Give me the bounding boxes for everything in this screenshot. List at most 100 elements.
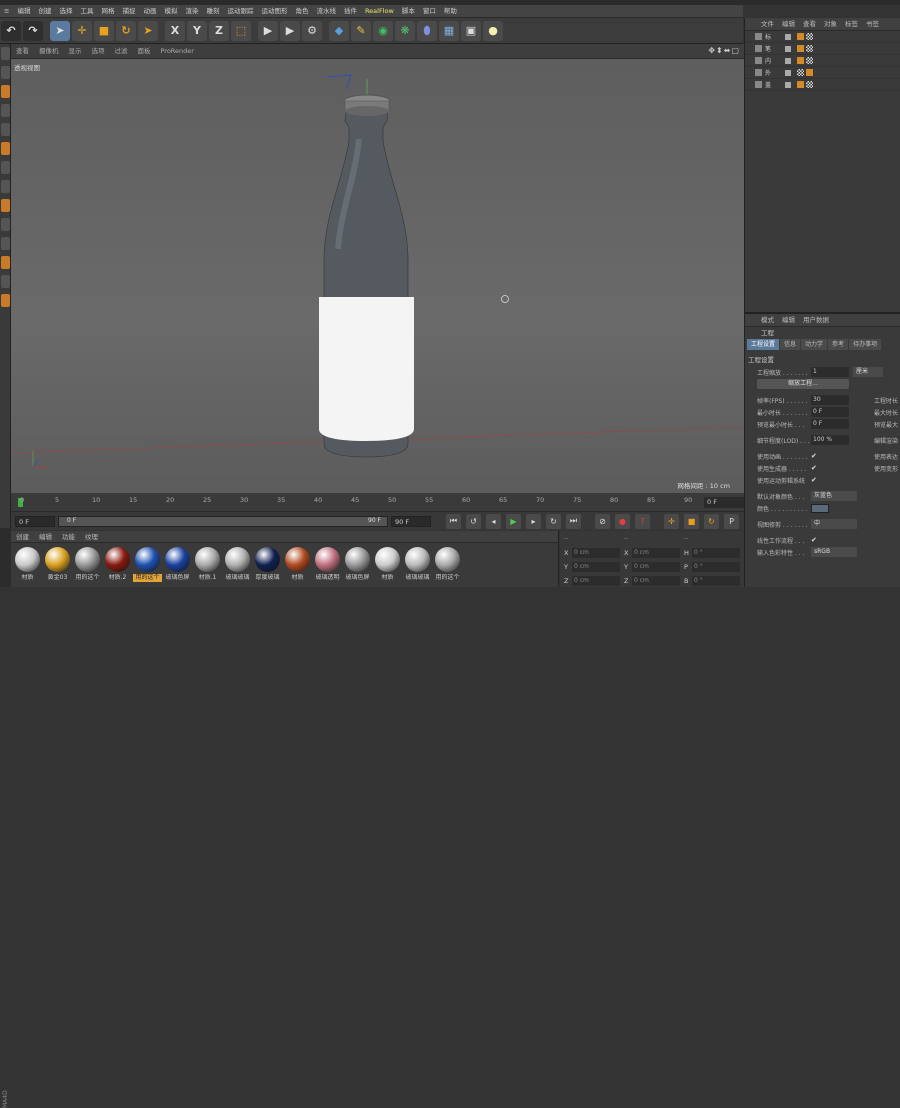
floor-icon[interactable]: ▦ (439, 20, 459, 41)
viewport-menu-item[interactable]: 过滤 (110, 44, 133, 59)
menu-item[interactable]: 网格 (97, 5, 118, 18)
min-time-field[interactable]: 0 F (811, 407, 849, 417)
snap-icon[interactable] (0, 180, 10, 193)
material-swatch[interactable]: 黄金03 (43, 547, 72, 582)
material-swatch[interactable]: 用的这个 (133, 547, 162, 582)
scale-project-button[interactable]: 缩放工程... (757, 379, 849, 389)
input-color-profile-dropdown[interactable]: sRGB (811, 547, 857, 557)
rotate-icon[interactable]: ↻ (116, 20, 136, 41)
render-view-icon[interactable]: ▶ (258, 20, 278, 41)
material-tag-icon[interactable] (806, 45, 813, 52)
menu-item[interactable]: 插件 (340, 5, 361, 18)
object-menu-item[interactable]: 编辑 (778, 18, 799, 30)
workplane-icon[interactable] (0, 199, 10, 212)
coord-field[interactable]: 0 cm (632, 547, 680, 558)
key-param-icon[interactable]: P (724, 513, 739, 529)
viewport-menu-item[interactable]: ProRender (156, 44, 199, 59)
tag-icon[interactable] (806, 69, 813, 76)
tag-icon[interactable] (797, 33, 804, 40)
menu-item[interactable]: 雕刻 (202, 5, 223, 18)
coord-field[interactable]: 0 cm (632, 575, 680, 586)
viewport-menu-item[interactable]: 摄像机 (34, 44, 64, 59)
material-swatch[interactable]: 玻璃透明 (313, 547, 342, 582)
default-color-dropdown[interactable]: 灰蓝色 (811, 491, 857, 501)
material-swatch[interactable]: 玻璃玻璃 (403, 547, 432, 582)
light-icon[interactable]: ● (483, 20, 503, 41)
coord-field[interactable]: 0 cm (572, 547, 620, 558)
go-to-end-icon[interactable]: ⏭ (566, 513, 581, 529)
fps-field[interactable]: 30 (811, 395, 849, 405)
autokey-icon[interactable]: ? (635, 513, 650, 529)
cloner-icon[interactable]: ❋ (395, 20, 415, 41)
material-tag-icon[interactable] (806, 33, 813, 40)
attribute-menu-item[interactable]: 编辑 (778, 314, 799, 326)
attribute-menu-item[interactable]: 用户数据 (799, 314, 833, 326)
tag-icon[interactable] (797, 81, 804, 88)
edit-render-settings-icon[interactable]: ⚙ (302, 20, 322, 41)
x-axis-button[interactable]: X (165, 20, 185, 41)
tag-icon[interactable] (797, 45, 804, 52)
current-frame-field[interactable]: 0 F (704, 497, 744, 508)
menu-item[interactable]: ≡ (0, 5, 13, 18)
start-frame-field[interactable]: 0 F (15, 515, 55, 527)
tweak-icon[interactable] (0, 161, 10, 174)
coord-field[interactable]: 0 cm (572, 575, 620, 586)
object-row[interactable]: 标 (745, 31, 900, 43)
previous-frame-icon[interactable]: ◂ (486, 513, 501, 529)
use-generators-checkbox[interactable]: ✔ (811, 464, 819, 472)
object-row[interactable]: 盖 (745, 79, 900, 91)
polygons-mode-icon[interactable] (0, 123, 10, 136)
menu-item[interactable]: 选择 (55, 5, 76, 18)
go-to-start-icon[interactable]: ⏮ (446, 513, 461, 529)
object-menu-item[interactable]: 对象 (820, 18, 841, 30)
coord-field[interactable]: 0 cm (572, 561, 620, 572)
use-motion-system-checkbox[interactable]: ✔ (811, 476, 819, 484)
coord-system-icon[interactable]: ⬚ (231, 20, 251, 41)
menu-item[interactable]: 渲染 (181, 5, 202, 18)
viewport-menu-item[interactable]: 选项 (87, 44, 110, 59)
end-frame-field[interactable]: 90 F (391, 515, 431, 527)
axis-mode-icon[interactable] (0, 142, 10, 155)
object-row[interactable]: 外 (745, 67, 900, 79)
keyframe-selection-icon[interactable]: ⊘ (595, 513, 610, 529)
solo-icon[interactable] (0, 256, 10, 269)
key-rotate-icon[interactable]: ↻ (704, 513, 719, 529)
visibility-icon[interactable] (785, 45, 791, 52)
view-clipping-dropdown[interactable]: 中 (811, 519, 857, 529)
visibility-icon[interactable] (785, 69, 791, 76)
menu-item-realflow[interactable]: RealFlow (361, 5, 398, 18)
subdivision-icon[interactable]: ◉ (373, 20, 393, 41)
material-tag-icon[interactable] (806, 81, 813, 88)
perspective-viewport[interactable]: 透视视图 网格间距 : 10 cm (11, 59, 744, 493)
coord-field[interactable]: 0 cm (632, 561, 680, 572)
material-swatch[interactable]: 材质.1 (193, 547, 222, 582)
material-swatch[interactable]: 用的这个 (73, 547, 102, 582)
material-swatch[interactable]: 玻璃色屏 (163, 547, 192, 582)
coord-field[interactable]: 0 ° (692, 561, 740, 572)
select-arrow-icon[interactable]: ➤ (50, 20, 70, 41)
material-swatch[interactable]: 材质 (373, 547, 402, 582)
menu-item[interactable]: 运动图形 (257, 5, 291, 18)
cube-icon[interactable]: ◆ (329, 20, 349, 41)
object-menu-item[interactable]: 书签 (862, 18, 883, 30)
tab-info[interactable]: 信息 (780, 339, 801, 350)
range-slider[interactable]: 0 F 90 F (58, 515, 388, 527)
material-swatch[interactable]: 材质 (283, 547, 312, 582)
tag-icon[interactable] (797, 57, 804, 64)
menu-item[interactable]: 编辑 (13, 5, 34, 18)
menu-item[interactable]: 创建 (34, 5, 55, 18)
menu-item[interactable]: 流水线 (312, 5, 340, 18)
paint-icon[interactable] (0, 294, 10, 307)
texture-mode-icon[interactable] (0, 66, 10, 79)
menu-item[interactable]: 角色 (291, 5, 312, 18)
menu-item[interactable]: 脚本 (398, 5, 419, 18)
render-to-picture-viewer-icon[interactable]: ▶ (280, 20, 300, 41)
material-menu-item[interactable]: 功能 (57, 531, 80, 542)
move-icon[interactable]: ✛ (72, 20, 92, 41)
material-swatch[interactable]: 玻璃玻璃 (223, 547, 252, 582)
viewport-navigation-icon[interactable]: ✥⬍⬌▢ (708, 46, 740, 55)
viewport-menu-item[interactable]: 面板 (133, 44, 156, 59)
menu-item[interactable]: 工具 (76, 5, 97, 18)
object-menu-item[interactable]: 文件 (757, 18, 778, 30)
material-swatch[interactable]: 玻璃色屏 (343, 547, 372, 582)
